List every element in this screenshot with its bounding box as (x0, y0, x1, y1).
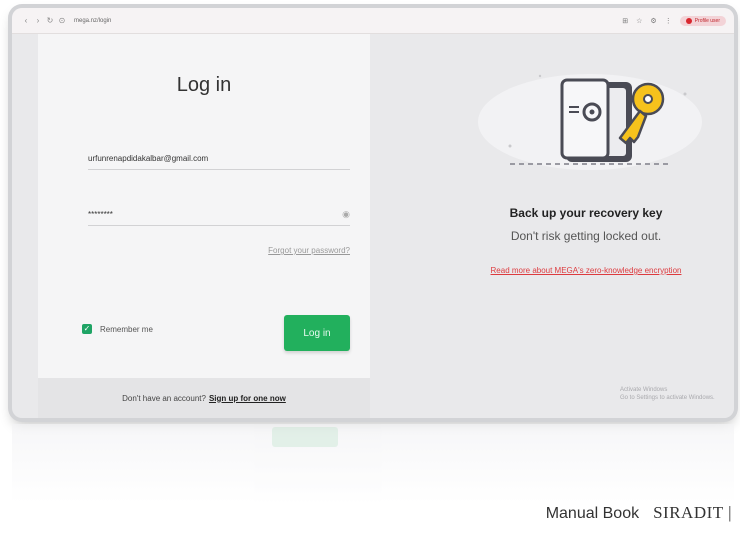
reload-icon[interactable]: ↻ (44, 16, 56, 25)
document-footer: Manual Book SIRADIT | (546, 503, 732, 523)
login-button[interactable]: Log in (284, 315, 350, 351)
password-value: ******** (88, 210, 113, 219)
browser-toolbar: ‹ › ↻ ⊙ mega.nz/login ⊞ ☆ ⚙ ⋮ Profile us… (12, 8, 734, 34)
password-field[interactable]: ******** ◉ (88, 204, 350, 226)
bookmarks-icon[interactable]: ☆ (636, 17, 642, 25)
address-bar[interactable]: mega.nz/login (74, 18, 111, 24)
login-panel: Log in urfunrenapdidakalbar@gmail.com **… (38, 34, 370, 418)
signup-footer: Don't have an account? Sign up for one n… (38, 378, 370, 418)
no-account-text: Don't have an account? (122, 393, 206, 403)
show-password-icon[interactable]: ◉ (342, 209, 350, 220)
extensions-icon[interactable]: ⊞ (622, 17, 628, 25)
activate-windows-watermark: Activate Windows Go to Settings to activ… (620, 386, 715, 402)
profile-label: Profile user (694, 17, 720, 24)
reflection-button-shape (272, 427, 338, 447)
email-value: urfunrenapdidakalbar@gmail.com (88, 154, 209, 163)
menu-icon[interactable]: ⋮ (665, 17, 672, 25)
site-info-icon[interactable]: ⊙ (56, 16, 68, 25)
encryption-info-link[interactable]: Read more about MEGA's zero-knowledge en… (466, 266, 706, 275)
browser-window: ‹ › ↻ ⊙ mega.nz/login ⊞ ☆ ⚙ ⋮ Profile us… (12, 8, 734, 418)
forgot-password-link[interactable]: Forgot your password? (268, 246, 350, 255)
settings-icon[interactable]: ⚙ (650, 17, 656, 25)
remember-me[interactable]: ✓ Remember me (82, 324, 153, 334)
profile-icon (685, 17, 692, 24)
remember-label: Remember me (100, 324, 153, 334)
back-arrow-icon[interactable]: ‹ (20, 16, 32, 25)
safe-key-illustration (478, 74, 702, 170)
forward-arrow-icon[interactable]: › (32, 16, 44, 25)
watermark-line-2: Go to Settings to activate Windows. (620, 395, 715, 401)
page-title: Log in (176, 74, 232, 96)
promo-panel: Back up your recovery key Don't risk get… (370, 34, 734, 418)
manual-book-label: Manual Book (545, 505, 640, 522)
profile-badge[interactable]: Profile user (679, 15, 726, 26)
siradit-logo: SIRADIT | (653, 503, 732, 522)
promo-subtitle: Don't risk getting locked out. (510, 229, 662, 243)
promo-title: Back up your recovery key (509, 206, 663, 220)
email-field[interactable]: urfunrenapdidakalbar@gmail.com (88, 148, 350, 170)
signup-link[interactable]: Sign up for one now (209, 394, 286, 403)
window-reflection (12, 424, 734, 504)
checkbox-checked-icon[interactable]: ✓ (82, 324, 92, 334)
watermark-line-1: Activate Windows (620, 387, 668, 393)
